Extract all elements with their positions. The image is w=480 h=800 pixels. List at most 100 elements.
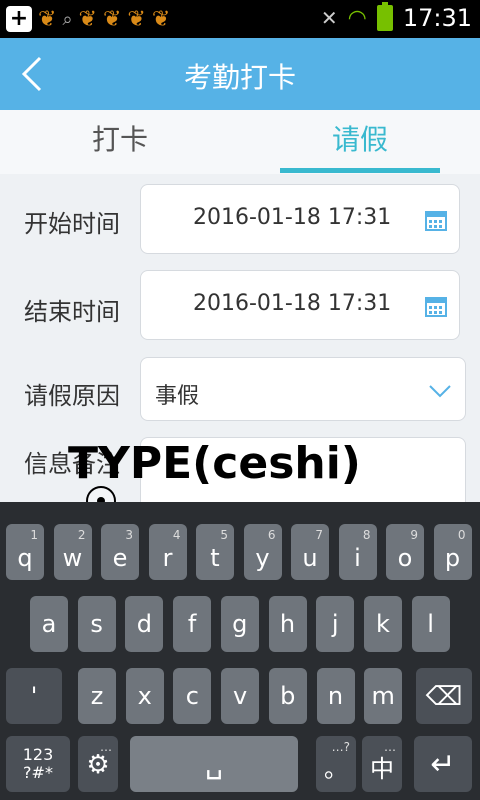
key-v[interactable]: v <box>221 668 260 724</box>
key-hint: 8 <box>362 528 371 542</box>
tab-leave[interactable]: 请假 <box>240 110 480 174</box>
key-label: z <box>90 682 104 710</box>
key-p[interactable]: 0p <box>433 524 472 580</box>
end-time-label: 结束时间 <box>24 298 120 326</box>
chinese-toggle-key-label: 中 <box>370 755 394 783</box>
key-label: j <box>331 610 339 638</box>
status-icons-left: + ❦ ⌕ ❦ ❦ ❦ ❦ <box>6 6 170 32</box>
status-time: 17:31 <box>402 4 472 32</box>
key-o[interactable]: 9o <box>386 524 424 580</box>
key-w[interactable]: 2w <box>53 524 92 580</box>
status-bar: + ❦ ⌕ ❦ ❦ ❦ ❦ ✕ ◠ 17:31 <box>0 0 480 38</box>
squirrel-icon: ❦ <box>102 6 122 32</box>
end-time-value: 2016-01-18 17:31 <box>193 291 392 316</box>
key-f[interactable]: f <box>173 596 212 652</box>
key-e[interactable]: 3e <box>101 524 139 580</box>
key-y[interactable]: 6y <box>243 524 282 580</box>
key-n[interactable]: n <box>316 668 355 724</box>
key-a[interactable]: a <box>30 596 68 652</box>
leave-reason-value: 事假 <box>155 384 200 409</box>
add-icon: + <box>6 6 32 32</box>
key-label: l <box>427 610 434 638</box>
chinese-toggle-key[interactable]: … 中 <box>362 736 402 792</box>
key-hint: 9 <box>410 528 418 542</box>
key-d[interactable]: d <box>125 596 164 652</box>
key-hint: 6 <box>267 528 276 542</box>
enter-key[interactable]: ↵ <box>414 736 472 792</box>
key-r[interactable]: 4r <box>148 524 187 580</box>
tab-indicator <box>280 168 440 173</box>
space-key[interactable]: ␣ <box>130 736 298 792</box>
key-label: h <box>279 610 296 638</box>
key-m[interactable]: m <box>364 668 403 724</box>
key-c[interactable]: c <box>173 668 212 724</box>
key-label: w <box>62 544 83 572</box>
key-hint: 2 <box>77 528 86 542</box>
key-label: d <box>136 610 152 638</box>
squirrel-icon: ❦ <box>78 6 97 32</box>
leave-reason-label: 请假原因 <box>24 382 120 410</box>
key-g[interactable]: g <box>220 596 259 652</box>
wifi-icon: ◠ <box>347 5 367 31</box>
backspace-key[interactable]: ⌫ <box>416 668 472 724</box>
squirrel-icon: ❦ <box>127 6 146 32</box>
leave-reason-select[interactable]: 事假 <box>140 357 466 421</box>
key-u[interactable]: 7u <box>291 524 329 580</box>
start-time-field[interactable]: 2016-01-18 17:31 <box>140 184 460 254</box>
key-label: i <box>354 544 361 572</box>
key-label: u <box>302 544 318 572</box>
key-label: t <box>210 544 220 572</box>
key-label: c <box>185 682 199 710</box>
key-q[interactable]: 1q <box>6 524 44 580</box>
settings-key[interactable]: … ⚙ <box>78 736 118 792</box>
key-label: g <box>232 610 248 638</box>
battery-icon <box>376 2 393 31</box>
key-label: ' <box>30 682 38 710</box>
title-bar: 考勤打卡 <box>0 38 480 110</box>
chevron-down-icon <box>429 385 451 398</box>
soft-keyboard: 1q2w3e4r5t6y7u8i9o0p asdfghjkl ' z x c v b n m … <box>0 502 480 800</box>
key-hint: 0 <box>457 528 466 542</box>
calendar-icon[interactable] <box>425 209 447 231</box>
key-z[interactable]: z <box>78 668 116 724</box>
squirrel-icon: ❦ <box>151 6 171 32</box>
key-b[interactable]: b <box>268 668 307 724</box>
key-j[interactable]: j <box>316 596 355 652</box>
squirrel-icon: ❦ <box>38 6 57 32</box>
space-key-icon: ␣ <box>205 747 223 780</box>
key-k[interactable]: k <box>363 596 402 652</box>
calendar-icon[interactable] <box>425 295 447 317</box>
key-hint: 5 <box>220 528 228 542</box>
period-key[interactable]: …? 。 <box>316 736 356 792</box>
key-label: s <box>90 610 103 638</box>
key-t[interactable]: 5t <box>196 524 234 580</box>
key-x[interactable]: x <box>125 668 164 724</box>
key-label: a <box>41 610 57 638</box>
key-hint: 4 <box>172 528 181 542</box>
search-icon: ⌕ <box>62 8 73 30</box>
tab-clock-in[interactable]: 打卡 <box>0 110 240 174</box>
start-time-value: 2016-01-18 17:31 <box>193 205 392 230</box>
key-label: m <box>371 682 395 710</box>
mute-icon: ✕ <box>320 6 338 30</box>
action-overlay-text: TYPE(ceshi) <box>68 438 361 489</box>
key-label: o <box>397 544 413 572</box>
key-l[interactable]: l <box>411 596 450 652</box>
status-icons-right: ✕ ◠ 17:31 <box>320 2 472 32</box>
key-s[interactable]: s <box>77 596 116 652</box>
symbols-key[interactable]: 123 ?#* <box>6 736 70 792</box>
key-label: k <box>375 610 390 638</box>
key-apostrophe[interactable]: ' <box>6 668 62 724</box>
key-label: f <box>187 610 197 638</box>
key-label: p <box>444 544 461 572</box>
key-label: r <box>162 544 173 572</box>
start-time-label: 开始时间 <box>24 210 120 238</box>
key-h[interactable]: h <box>268 596 307 652</box>
key-hint: 3 <box>125 528 133 542</box>
key-i[interactable]: 8i <box>338 524 377 580</box>
key-hint: 7 <box>315 528 323 542</box>
key-label: v <box>232 682 248 710</box>
period-key-label: 。 <box>324 755 348 783</box>
key-label: e <box>112 544 128 572</box>
end-time-field[interactable]: 2016-01-18 17:31 <box>140 270 460 340</box>
